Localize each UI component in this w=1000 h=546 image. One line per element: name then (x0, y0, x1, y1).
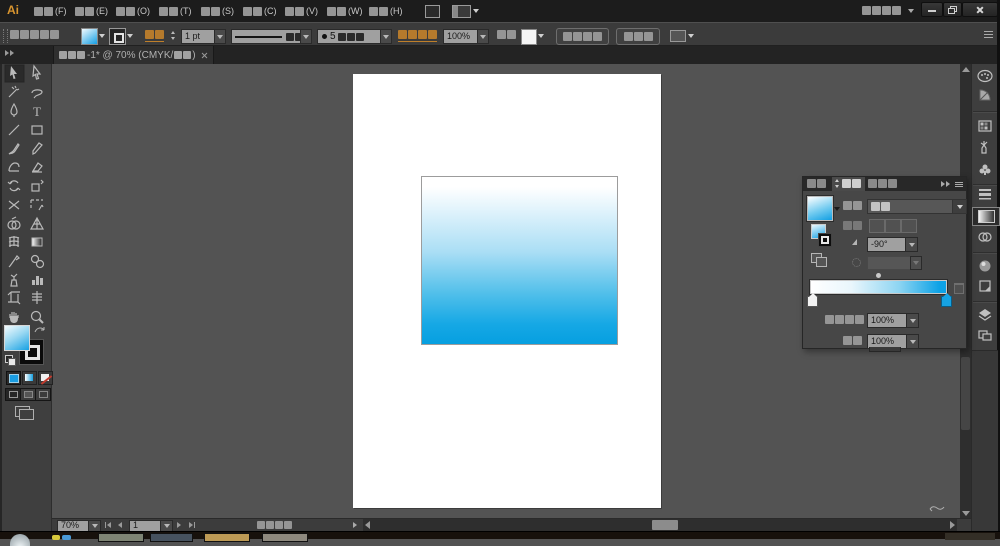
svg-text:T: T (33, 104, 41, 119)
